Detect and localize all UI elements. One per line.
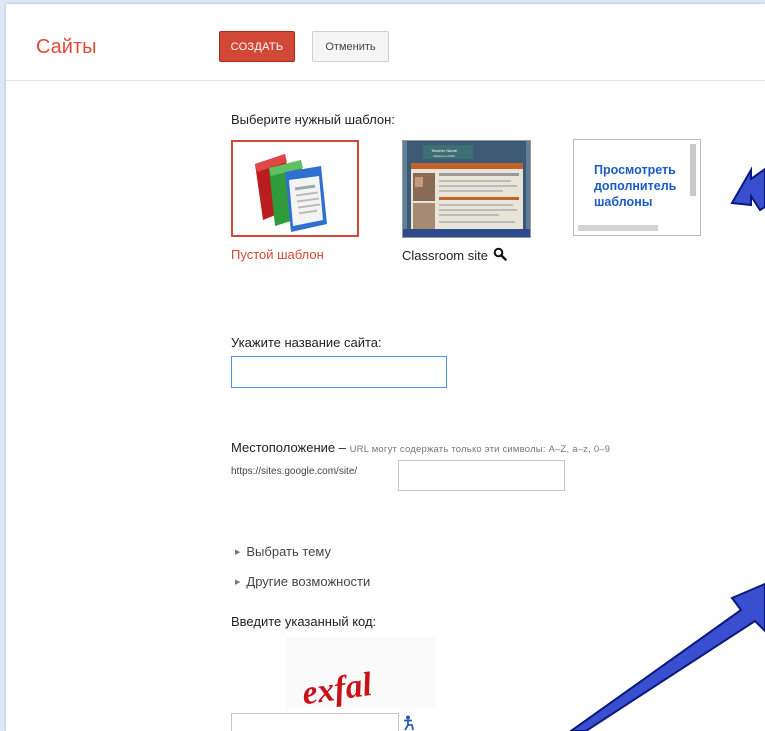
more-templates-hscrollbar (578, 225, 658, 231)
template-classroom[interactable]: Teacher Name Classroom 2010 (402, 140, 531, 238)
create-site-page: Сайты СОЗДАТЬ Отменить Выберите нужный ш… (6, 4, 765, 731)
classroom-thumb-sub: Classroom 2010 (433, 154, 455, 158)
accessibility-icon[interactable] (402, 715, 416, 731)
site-url-input[interactable] (398, 460, 565, 491)
site-name-input[interactable] (231, 356, 447, 388)
arrow-to-captcha (569, 582, 765, 731)
site-name-label: Укажите название сайта: (231, 335, 382, 350)
template-classroom-caption: Classroom site (402, 247, 507, 263)
more-options-toggle[interactable]: ▶ Другие возможности (235, 574, 370, 589)
choose-theme-toggle[interactable]: ▶ Выбрать тему (235, 544, 331, 559)
more-templates-scrollbar (690, 144, 696, 196)
more-options-label: Другие возможности (246, 574, 371, 589)
location-line: Местоположение – URL могут содержать тол… (231, 440, 610, 455)
arrow-to-more-templates (730, 166, 765, 212)
captcha-text: exfal (300, 666, 375, 709)
top-bar: Сайты СОЗДАТЬ Отменить (6, 4, 765, 81)
triangle-right-icon: ▶ (235, 579, 241, 586)
template-blank[interactable] (231, 140, 359, 237)
url-prefix: https://sites.google.com/site/ (231, 466, 358, 477)
template-heading: Выберите нужный шаблон: (231, 112, 395, 127)
more-templates-label[interactable]: Просмотреть дополнитель шаблоны (594, 162, 686, 210)
classroom-thumb-header: Teacher Name (431, 148, 458, 153)
captcha-input[interactable] (231, 713, 399, 731)
cancel-button[interactable]: Отменить (312, 31, 389, 62)
captcha-label: Введите указанный код: (231, 614, 377, 629)
location-label: Местоположение – (231, 440, 346, 455)
template-classroom-label[interactable]: Classroom site (402, 248, 488, 263)
triangle-right-icon: ▶ (235, 549, 241, 556)
location-hint: URL могут содержать только эти символы: … (349, 444, 611, 455)
classroom-thumbnail: Teacher Name Classroom 2010 (403, 141, 530, 237)
more-templates-link[interactable]: Просмотреть дополнитель шаблоны (573, 139, 701, 236)
magnifier-icon[interactable] (493, 247, 507, 261)
captcha-image: exfal (286, 637, 436, 712)
app-title: Сайты (36, 36, 97, 58)
choose-theme-label: Выбрать тему (246, 544, 331, 559)
template-blank-label[interactable]: Пустой шаблон (231, 247, 324, 262)
blank-template-icon (255, 154, 327, 232)
create-button[interactable]: СОЗДАТЬ (219, 31, 295, 62)
captcha-graphic: exfal (300, 666, 375, 712)
